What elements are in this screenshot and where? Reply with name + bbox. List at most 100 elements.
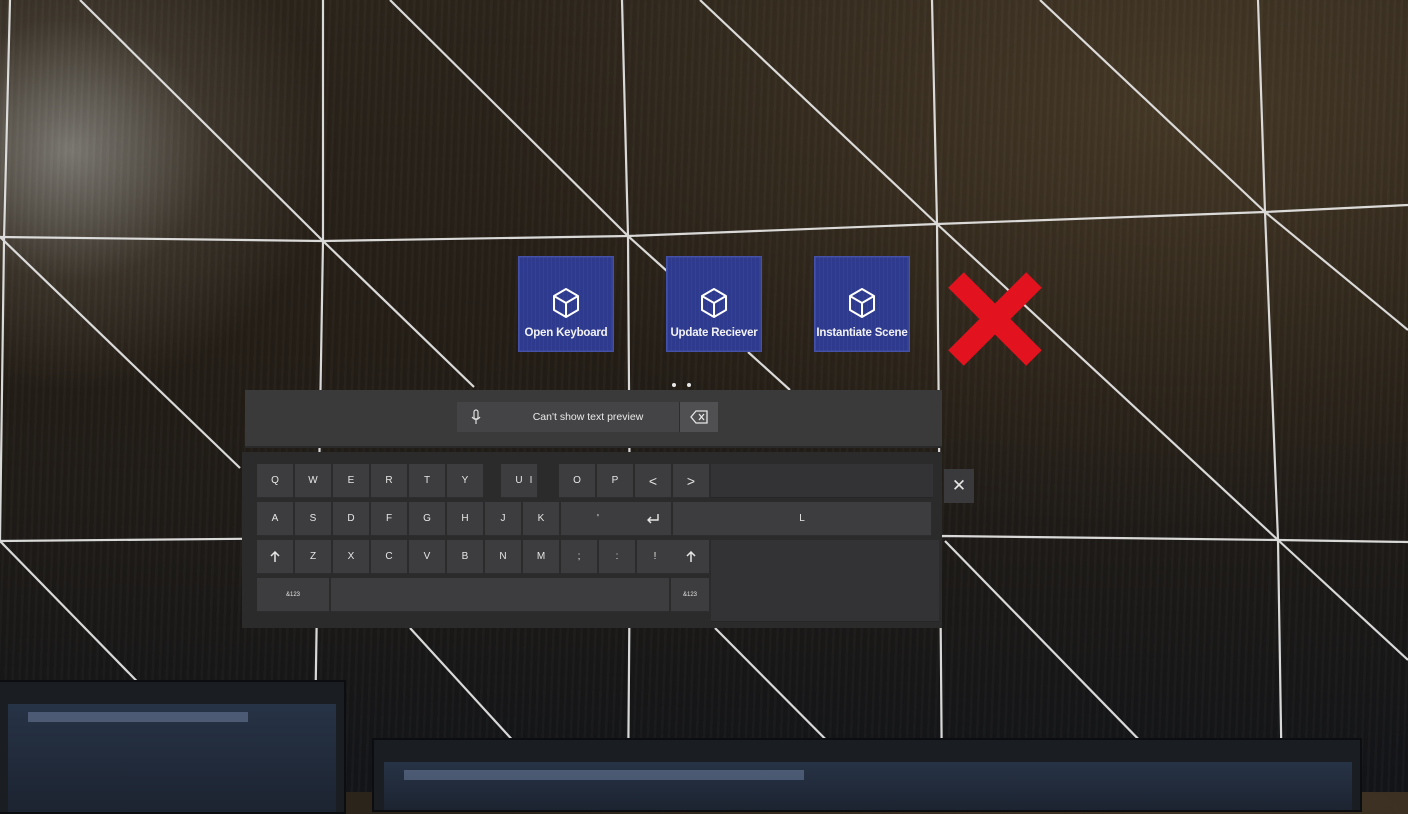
key-label: ! (653, 551, 657, 562)
key-semicolon[interactable]: ; (561, 540, 597, 574)
shift-icon (686, 550, 696, 562)
key-label: C (385, 551, 393, 562)
key-label: J (500, 513, 506, 524)
key-label: E (347, 475, 355, 486)
key-label: > (686, 473, 696, 489)
button-label: Update Reciever (670, 327, 758, 339)
key-s[interactable]: S (295, 502, 331, 536)
key-label: H (461, 513, 469, 524)
keyboard-right-panel (711, 540, 939, 622)
key-k[interactable]: K (523, 502, 559, 536)
key-colon[interactable]: : (599, 540, 635, 574)
key-x[interactable]: X (333, 540, 369, 574)
key-label: F (385, 513, 393, 524)
key-label: : (615, 551, 619, 562)
key-exclamation[interactable]: ! (637, 540, 673, 574)
key-label: P (611, 475, 619, 486)
keyboard-spacer (711, 464, 933, 498)
enter-icon (647, 514, 659, 524)
key-label: W (308, 475, 318, 486)
shift-key-right[interactable] (673, 540, 709, 574)
background-monitor-left (0, 680, 346, 814)
key-label: R (385, 475, 393, 486)
key-o[interactable]: O (559, 464, 595, 498)
key-label: &123 (285, 592, 300, 598)
close-icon[interactable] (946, 272, 1044, 366)
cube-icon (553, 288, 579, 318)
instantiate-scene-button[interactable]: Instantiate Scene (814, 256, 910, 352)
key-label: &123 (682, 592, 697, 598)
key-label: < (648, 473, 658, 489)
monitor-window-bar (404, 770, 804, 780)
cube-icon (849, 288, 875, 318)
background-monitor-right (372, 738, 1362, 812)
preview-text: Can't show text preview (532, 411, 644, 423)
keyboard-close-button[interactable]: ✕ (944, 469, 974, 503)
key-label: Z (309, 551, 317, 562)
key-label: T (423, 475, 431, 486)
key-less-than[interactable]: < (635, 464, 671, 498)
key-label: K (537, 513, 545, 524)
key-label: G (423, 513, 431, 524)
key-label: M (536, 551, 546, 562)
key-v[interactable]: V (409, 540, 445, 574)
key-n[interactable]: N (485, 540, 521, 574)
key-p[interactable]: P (597, 464, 633, 498)
key-f[interactable]: F (371, 502, 407, 536)
symbols-key-right[interactable]: &123 (671, 578, 709, 612)
key-z[interactable]: Z (295, 540, 331, 574)
key-label: ' (597, 513, 599, 524)
page-indicator (672, 383, 694, 389)
key-g[interactable]: G (409, 502, 445, 536)
key-label: V (423, 551, 431, 562)
key-c[interactable]: C (371, 540, 407, 574)
button-label: Instantiate Scene (816, 327, 908, 339)
open-keyboard-button[interactable]: Open Keyboard (518, 256, 614, 352)
key-label: B (461, 551, 469, 562)
symbols-key-left[interactable]: &123 (257, 578, 329, 612)
monitor-window-bar (28, 712, 248, 722)
key-i[interactable]: I (521, 464, 541, 498)
key-l[interactable]: L (673, 502, 931, 536)
key-label: L (799, 513, 805, 524)
shift-key-left[interactable] (257, 540, 293, 574)
keyboard-preview-bar: Can't show text preview (245, 390, 942, 448)
indicator-dot (672, 383, 676, 387)
cube-icon (701, 288, 727, 318)
key-label: Y (461, 475, 469, 486)
update-reciever-button[interactable]: Update Reciever (666, 256, 762, 352)
key-h[interactable]: H (447, 502, 483, 536)
key-q[interactable]: Q (257, 464, 293, 498)
shift-icon (270, 550, 280, 562)
text-preview-field[interactable]: Can't show text preview (457, 402, 679, 432)
key-label: O (573, 475, 581, 486)
key-t[interactable]: T (409, 464, 445, 498)
key-j[interactable]: J (485, 502, 521, 536)
backspace-button[interactable] (679, 402, 718, 432)
key-label: Q (271, 475, 279, 486)
key-w[interactable]: W (295, 464, 331, 498)
key-y[interactable]: Y (447, 464, 483, 498)
indicator-dot (687, 383, 691, 387)
key-b[interactable]: B (447, 540, 483, 574)
key-label: ; (577, 551, 581, 562)
key-label: X (347, 551, 355, 562)
key-e[interactable]: E (333, 464, 369, 498)
key-label: D (347, 513, 355, 524)
key-apostrophe[interactable]: ' (561, 502, 635, 536)
backspace-icon (690, 410, 708, 424)
key-label: I (529, 475, 533, 486)
key-label: A (271, 513, 279, 524)
key-m[interactable]: M (523, 540, 559, 574)
key-greater-than[interactable]: > (673, 464, 709, 498)
key-a[interactable]: A (257, 502, 293, 536)
close-icon: ✕ (951, 476, 967, 495)
virtual-keyboard: Q W E R T Y U I O P < > A S D F G H J K … (242, 452, 942, 628)
key-label: S (309, 513, 317, 524)
button-label: Open Keyboard (524, 327, 608, 339)
spacebar[interactable] (331, 578, 669, 612)
enter-key[interactable] (635, 502, 671, 536)
key-label: N (499, 551, 507, 562)
key-d[interactable]: D (333, 502, 369, 536)
key-r[interactable]: R (371, 464, 407, 498)
